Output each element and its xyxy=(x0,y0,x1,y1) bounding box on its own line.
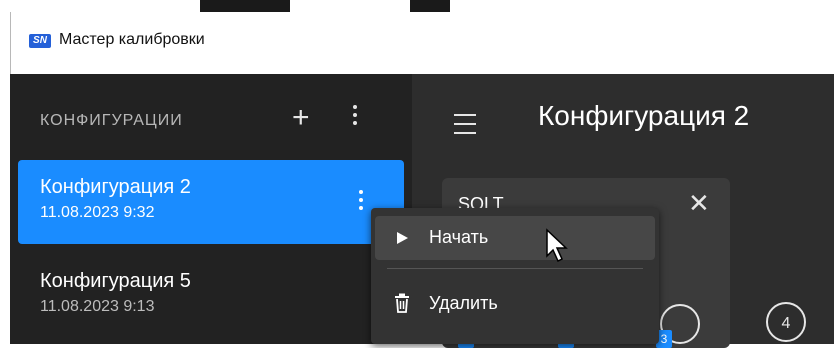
mouse-cursor-icon xyxy=(546,228,568,263)
config-item-selected[interactable]: Конфигурация 2 11.08.2023 9:32 xyxy=(18,160,404,244)
config-item-date: 11.08.2023 9:32 xyxy=(40,204,155,221)
item-more-icon[interactable] xyxy=(358,190,364,218)
window-title: Мастер калибровки xyxy=(59,31,205,48)
background-window-edge-2 xyxy=(410,0,450,12)
menu-item-delete[interactable]: Удалить xyxy=(375,282,655,326)
add-configuration-button[interactable]: + xyxy=(292,103,310,133)
sidebar-header: КОНФИГУРАЦИИ xyxy=(40,112,183,129)
menu-item-label: Начать xyxy=(429,227,489,247)
background-strip xyxy=(0,0,834,12)
close-icon[interactable]: ✕ xyxy=(688,190,710,216)
hamburger-menu-icon[interactable] xyxy=(454,114,476,141)
context-menu: Начать Удалить xyxy=(371,208,659,344)
play-icon xyxy=(397,232,408,244)
trash-icon xyxy=(395,293,409,313)
sidebar-more-icon[interactable] xyxy=(352,105,358,133)
config-item-name: Конфигурация 2 xyxy=(40,176,191,198)
config-item[interactable]: Конфигурация 5 11.08.2023 9:13 xyxy=(18,254,404,338)
app-logo-icon: SN xyxy=(29,34,51,48)
menu-item-start[interactable]: Начать xyxy=(375,216,655,260)
sidebar: КОНФИГУРАЦИИ + Конфигурация 2 11.08.2023… xyxy=(10,74,412,344)
page-title: Конфигурация 2 xyxy=(538,100,750,131)
config-item-date: 11.08.2023 9:13 xyxy=(40,298,155,315)
port-4-button[interactable]: 4 xyxy=(766,302,806,342)
config-item-name: Конфигурация 5 xyxy=(40,270,191,292)
background-window-edge xyxy=(200,0,290,12)
title-bar[interactable]: SN Мастер калибровки xyxy=(10,12,834,74)
menu-divider xyxy=(387,268,643,269)
menu-item-label: Удалить xyxy=(429,293,498,313)
